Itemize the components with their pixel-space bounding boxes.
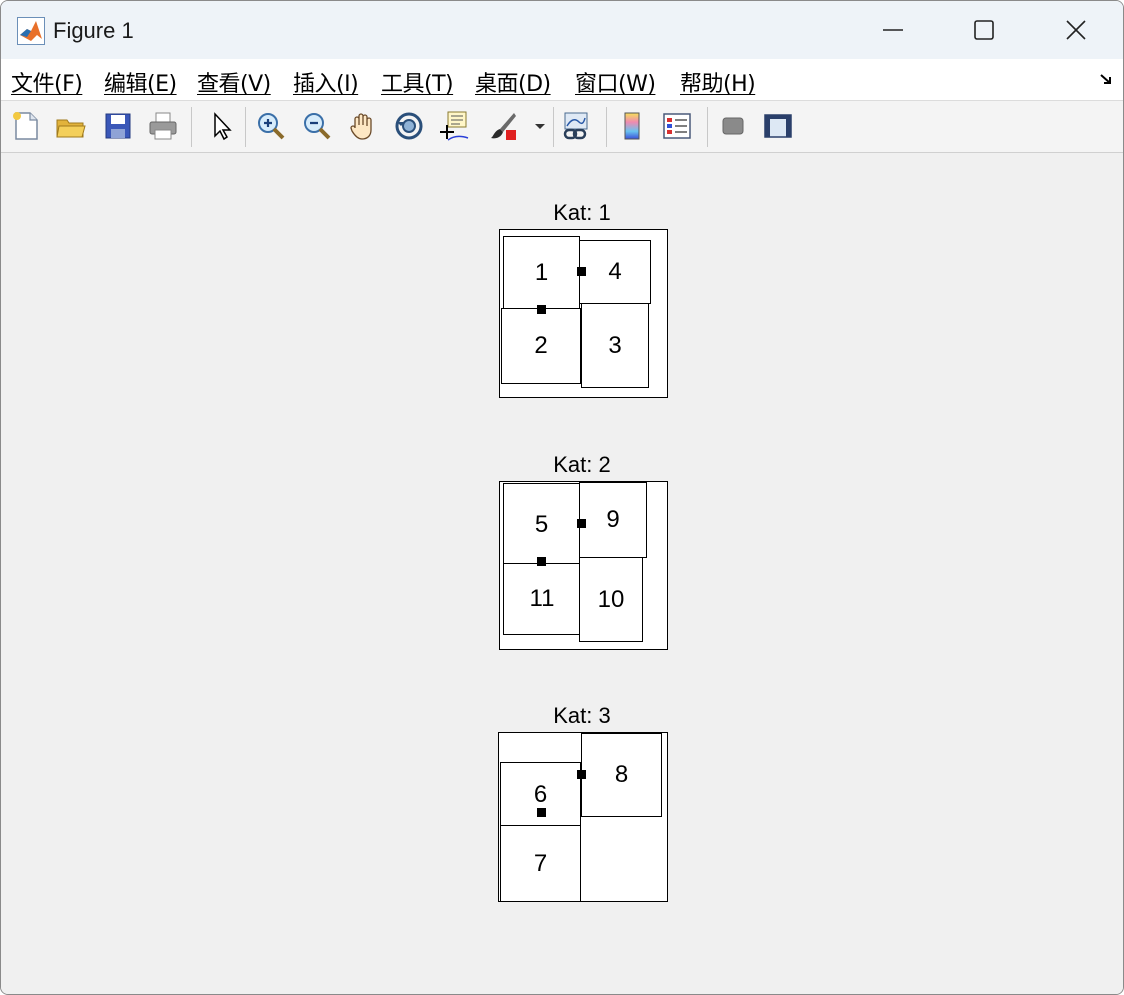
tile[interactable]: 7 <box>500 825 581 902</box>
menu-insert[interactable]: 插入(I) <box>293 66 359 98</box>
link-handle[interactable] <box>537 557 546 566</box>
menu-bar: 文件(F) 编辑(E) 查看(V) 插入(I) 工具(T) 桌面(D) 窗口(W… <box>1 59 1123 101</box>
link-handle[interactable] <box>577 519 586 528</box>
menu-view[interactable]: 查看(V) <box>197 66 271 98</box>
close-icon <box>1066 20 1086 40</box>
tile[interactable]: 9 <box>579 482 647 558</box>
tile[interactable]: 8 <box>581 733 662 817</box>
rotate-3d-icon[interactable] <box>391 108 427 144</box>
toolbar-separator <box>606 107 607 147</box>
menu-file[interactable]: 文件(F) <box>11 66 83 98</box>
window-title: Figure 1 <box>53 18 134 43</box>
link-plot-icon[interactable] <box>559 108 595 144</box>
legend-icon[interactable] <box>659 108 695 144</box>
menu-tools[interactable]: 工具(T) <box>381 66 454 98</box>
tile[interactable]: 1 <box>503 236 580 309</box>
link-handle[interactable] <box>537 808 546 817</box>
tile[interactable]: 11 <box>503 563 581 635</box>
maximize-button[interactable] <box>938 1 1030 59</box>
title-bar[interactable]: Figure 1 <box>1 1 1123 59</box>
colorbar-icon[interactable] <box>614 108 650 144</box>
tile[interactable]: 4 <box>579 240 651 304</box>
zoom-out-icon[interactable] <box>299 108 335 144</box>
toolbar-separator <box>191 107 192 147</box>
pan-hand-icon[interactable] <box>345 108 381 144</box>
tile[interactable]: 2 <box>501 308 581 384</box>
menu-desktop[interactable]: 桌面(D) <box>475 66 551 98</box>
minimize-icon <box>883 29 903 31</box>
panel-1-title: Kat: 1 <box>553 200 611 225</box>
open-file-icon[interactable] <box>53 108 89 144</box>
minimize-button[interactable] <box>847 1 939 59</box>
menu-help[interactable]: 帮助(H) <box>680 66 756 98</box>
data-cursor-icon[interactable] <box>436 108 472 144</box>
hide-plot-tools-icon[interactable] <box>715 108 751 144</box>
figure-toolbar <box>1 101 1123 153</box>
link-handle[interactable] <box>577 267 586 276</box>
print-icon[interactable] <box>145 108 181 144</box>
menu-edit[interactable]: 编辑(E) <box>104 66 177 98</box>
link-handle[interactable] <box>537 305 546 314</box>
matlab-logo-icon <box>17 17 45 45</box>
tile[interactable]: 6 <box>500 762 581 827</box>
toolbar-separator <box>245 107 246 147</box>
tile[interactable]: 5 <box>503 483 580 566</box>
tile[interactable]: 10 <box>579 557 643 642</box>
link-handle[interactable] <box>577 770 586 779</box>
panel-2-title: Kat: 2 <box>553 452 611 477</box>
brush-dropdown-icon[interactable] <box>531 108 547 144</box>
maximize-icon <box>974 20 994 40</box>
menu-window[interactable]: 窗口(W) <box>575 66 656 98</box>
close-button[interactable] <box>1030 1 1122 59</box>
save-icon[interactable] <box>100 108 136 144</box>
toolbar-separator <box>707 107 708 147</box>
show-plot-tools-icon[interactable] <box>760 108 796 144</box>
tile[interactable]: 3 <box>581 303 649 388</box>
edit-plot-arrow-icon[interactable] <box>202 108 238 144</box>
toolbar-separator <box>553 107 554 147</box>
new-figure-icon[interactable] <box>8 108 44 144</box>
panel-3-title: Kat: 3 <box>553 703 611 728</box>
zoom-in-icon[interactable] <box>253 108 289 144</box>
dock-figure-icon[interactable] <box>1099 71 1115 87</box>
figure-window: Figure 1 文件(F) 编辑(E) 查看(V) 插入(I) 工具(T) 桌… <box>0 0 1124 995</box>
brush-icon[interactable] <box>485 108 521 144</box>
figure-canvas[interactable]: Kat: 1 1 4 2 3 Kat: 2 5 9 11 10 Kat: 3 8… <box>1 153 1123 994</box>
